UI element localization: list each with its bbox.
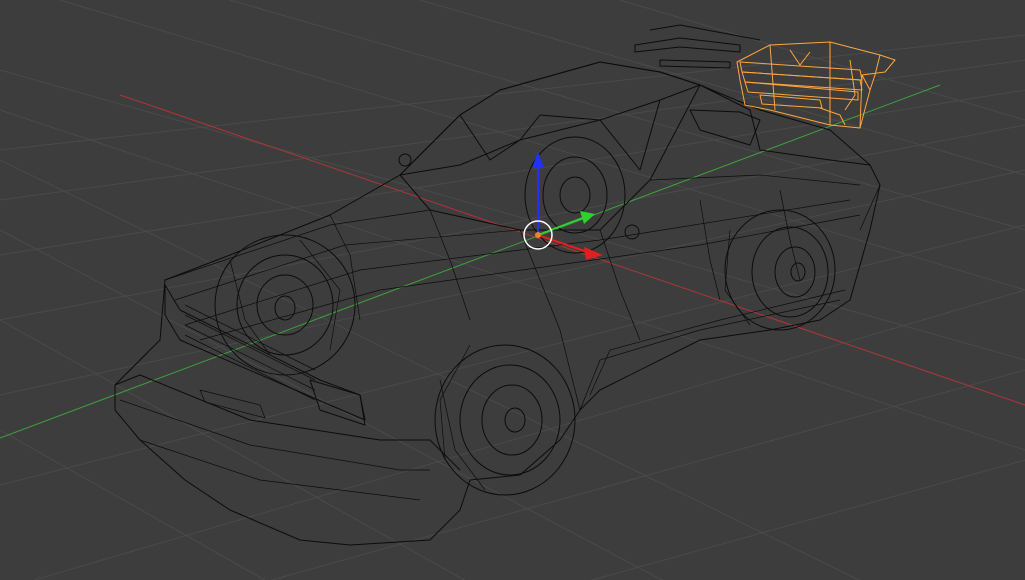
front-right-wheel[interactable] bbox=[434, 344, 576, 496]
manipulator-y-axis[interactable] bbox=[537, 216, 586, 236]
manipulator-x-axis[interactable] bbox=[537, 234, 591, 254]
viewport-scene[interactable] bbox=[0, 0, 1025, 580]
manipulator-z-arrow[interactable] bbox=[532, 152, 544, 168]
manipulator-y-arrow[interactable] bbox=[580, 211, 595, 224]
car-wireframe[interactable] bbox=[114, 24, 881, 546]
3d-viewport[interactable] bbox=[0, 0, 1025, 580]
pivot-point-icon bbox=[535, 232, 541, 238]
y-axis-line bbox=[0, 84, 941, 439]
